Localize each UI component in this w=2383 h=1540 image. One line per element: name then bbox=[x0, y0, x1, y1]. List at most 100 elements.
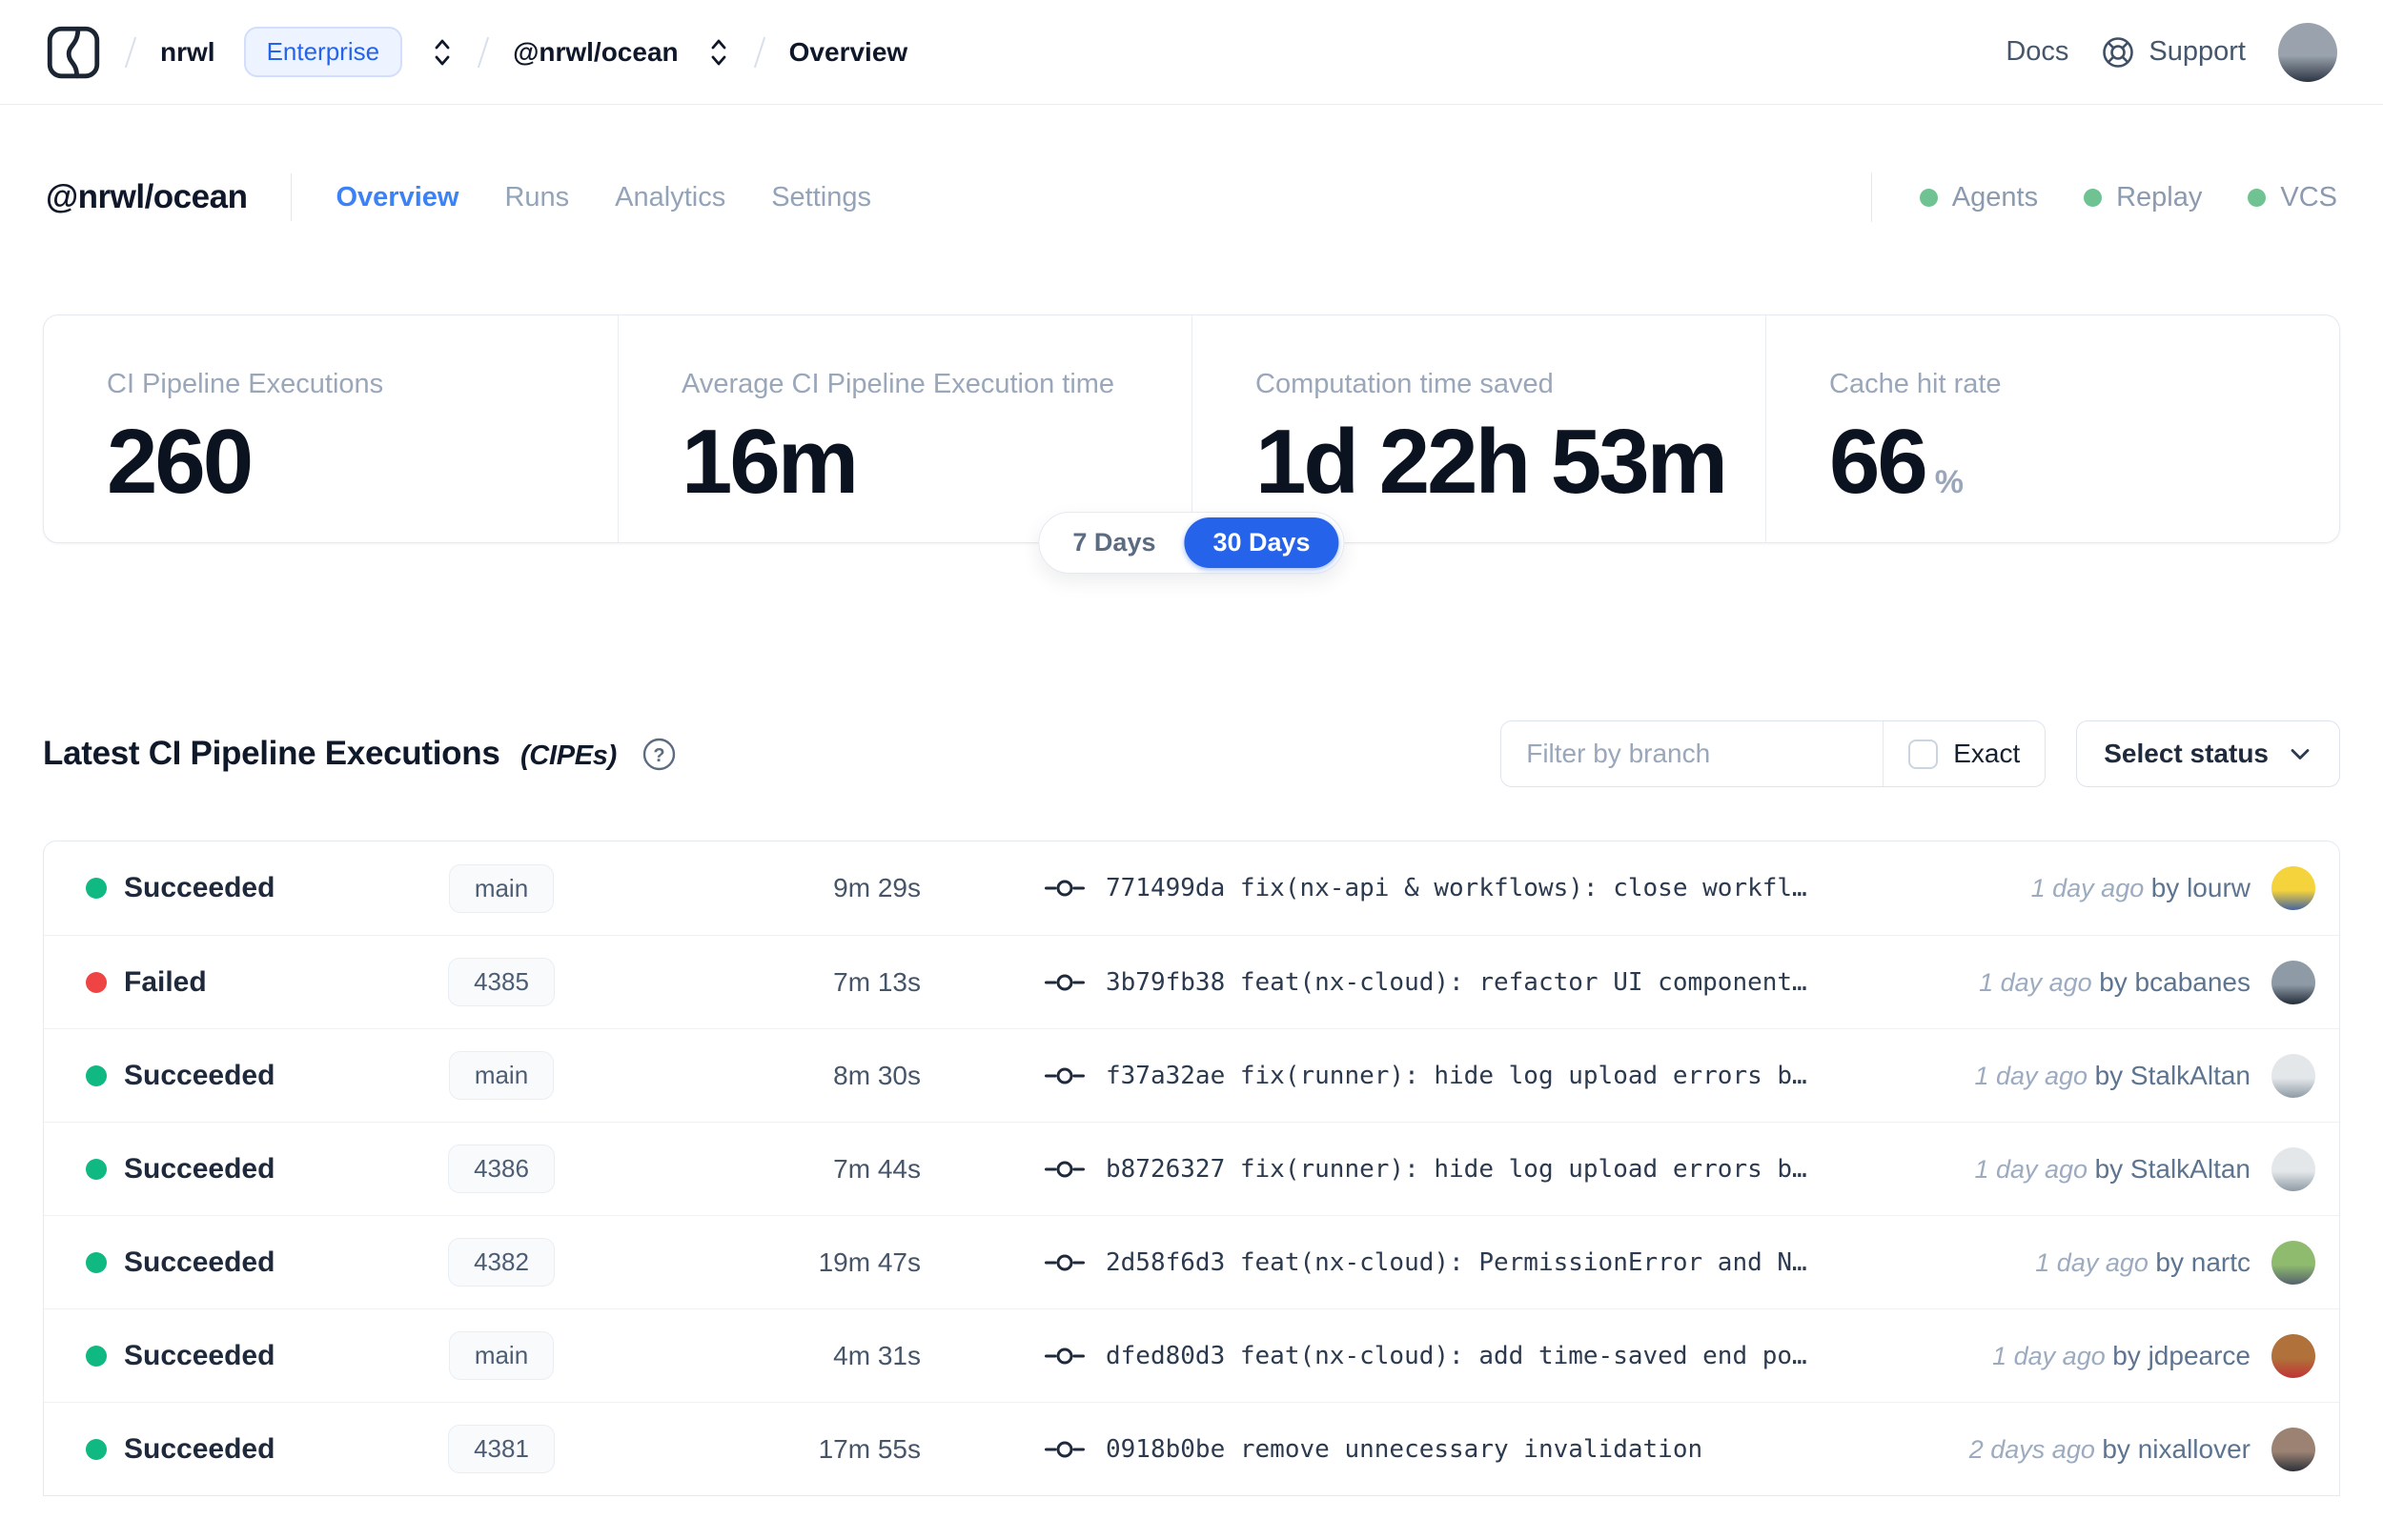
stat-label: Cache hit rate bbox=[1829, 369, 2002, 399]
git-commit-icon bbox=[1045, 1437, 1085, 1462]
divider bbox=[1870, 172, 1872, 222]
tab-analytics[interactable]: Analytics bbox=[615, 182, 725, 213]
commit-info[interactable]: 771499da fix(nx-api & workflows): close … bbox=[1045, 874, 1807, 902]
tab-runs[interactable]: Runs bbox=[504, 182, 569, 213]
range-option-7-days[interactable]: 7 Days bbox=[1044, 517, 1184, 568]
enterprise-badge[interactable]: Enterprise bbox=[243, 27, 403, 77]
status-dot-icon bbox=[86, 971, 107, 993]
help-icon[interactable]: ? bbox=[642, 737, 677, 772]
author-avatar[interactable] bbox=[2271, 1240, 2315, 1285]
integration-status-links: Agents Replay VCS bbox=[1919, 182, 2337, 213]
time-author-label: 1 day ago by nartc bbox=[2035, 1247, 2251, 1278]
commit-info[interactable]: f37a32ae fix(runner): hide log upload er… bbox=[1045, 1062, 1807, 1090]
branch-badge[interactable]: 4381 bbox=[448, 1425, 555, 1473]
green-dot-icon bbox=[2084, 188, 2103, 207]
author-avatar[interactable] bbox=[2271, 1053, 2315, 1098]
branch-badge[interactable]: main bbox=[448, 1331, 555, 1380]
status-dot-icon bbox=[86, 1438, 107, 1460]
exact-checkbox[interactable] bbox=[1908, 739, 1939, 769]
breadcrumb-page[interactable]: Overview bbox=[789, 37, 908, 68]
status-link-agents[interactable]: Agents bbox=[1919, 182, 2038, 213]
cipe-status: Succeeded bbox=[86, 1433, 373, 1466]
status-label: Succeeded bbox=[124, 1432, 275, 1465]
branch-badge[interactable]: main bbox=[448, 863, 555, 913]
commit-info[interactable]: dfed80d3 feat(nx-cloud): add time-saved … bbox=[1045, 1342, 1807, 1370]
breadcrumb-org[interactable]: nrwl bbox=[160, 37, 215, 68]
commit-message: f37a32ae fix(runner): hide log upload er… bbox=[1106, 1061, 1807, 1090]
branch-badge[interactable]: main bbox=[448, 1051, 555, 1100]
tab-settings[interactable]: Settings bbox=[771, 182, 871, 213]
range-option-30-days[interactable]: 30 Days bbox=[1184, 517, 1339, 568]
chevron-down-icon bbox=[2288, 741, 2312, 766]
stat-label: CI Pipeline Executions bbox=[107, 369, 384, 399]
time-ago-label: 2 days ago bbox=[1968, 1434, 2103, 1464]
status-select-label: Select status bbox=[2104, 739, 2269, 768]
exact-toggle[interactable]: Exact bbox=[1883, 721, 2045, 786]
status-label: Failed bbox=[124, 965, 207, 998]
time-author-label: 1 day ago by lourw bbox=[2031, 873, 2251, 903]
tab-overview[interactable]: Overview bbox=[336, 182, 458, 213]
branch-badge[interactable]: 4385 bbox=[448, 958, 555, 1006]
docs-link[interactable]: Docs bbox=[2006, 36, 2068, 68]
cipes-table: Succeeded main 9m 29s 771499da fix(nx-ap… bbox=[43, 841, 2340, 1496]
cipe-row[interactable]: Succeeded 4381 17m 55s 0918b0be remove u… bbox=[44, 1402, 2339, 1495]
user-avatar[interactable] bbox=[2278, 22, 2337, 82]
support-link[interactable]: Support bbox=[2101, 35, 2246, 70]
branch-badge[interactable]: 4386 bbox=[448, 1145, 555, 1193]
commit-info[interactable]: 3b79fb38 feat(nx-cloud): refactor UI com… bbox=[1045, 968, 1807, 997]
commit-info[interactable]: 2d58f6d3 feat(nx-cloud): PermissionError… bbox=[1045, 1248, 1807, 1277]
org-switcher-chevrons-icon[interactable] bbox=[431, 36, 454, 69]
time-ago-label: 1 day ago bbox=[1992, 1341, 2113, 1370]
time-ago-label: 1 day ago bbox=[2030, 874, 2151, 902]
author-label: by jdpearce bbox=[2112, 1340, 2251, 1370]
author-label: by StalkAltan bbox=[2094, 1060, 2251, 1090]
author-avatar[interactable] bbox=[2271, 1146, 2315, 1191]
cipe-status: Succeeded bbox=[86, 872, 373, 904]
status-label: Succeeded bbox=[124, 1152, 275, 1185]
author-avatar[interactable] bbox=[2271, 866, 2315, 910]
workspace-switcher-chevrons-icon[interactable] bbox=[707, 36, 730, 69]
cipes-title: Latest CI Pipeline Executions (CIPEs) bbox=[43, 735, 617, 773]
cipe-row[interactable]: Succeeded 4386 7m 44s b8726327 fix(runne… bbox=[44, 1122, 2339, 1215]
cipes-filters: Exact Select status bbox=[1500, 720, 2340, 787]
status-select-dropdown[interactable]: Select status bbox=[2076, 720, 2340, 787]
cipe-row[interactable]: Succeeded main 9m 29s 771499da fix(nx-ap… bbox=[44, 841, 2339, 935]
top-nav: nrwl Enterprise @nrwl/ocean Overview Doc… bbox=[0, 0, 2383, 105]
time-author-label: 2 days ago by nixallover bbox=[1969, 1434, 2251, 1465]
stats-section: CI Pipeline Executions 260 Average CI Pipe… bbox=[43, 314, 2340, 574]
cipe-row[interactable]: Succeeded 4382 19m 47s 2d58f6d3 feat(nx-… bbox=[44, 1215, 2339, 1308]
stat-card: Computation time saved 1d 22h 53m bbox=[1192, 315, 1765, 542]
support-label: Support bbox=[2149, 36, 2246, 67]
author-avatar[interactable] bbox=[2271, 1333, 2315, 1378]
cipe-status: Failed bbox=[86, 966, 373, 999]
time-ago-label: 1 day ago bbox=[1974, 1154, 2095, 1184]
breadcrumb-workspace[interactable]: @nrwl/ocean bbox=[513, 37, 679, 68]
status-label: Succeeded bbox=[124, 872, 275, 903]
svg-text:?: ? bbox=[653, 745, 664, 766]
breadcrumb: nrwl Enterprise @nrwl/ocean Overview bbox=[46, 25, 907, 80]
cipe-row[interactable]: Succeeded main 4m 31s dfed80d3 feat(nx-c… bbox=[44, 1308, 2339, 1402]
breadcrumb-separator bbox=[124, 36, 137, 68]
author-avatar[interactable] bbox=[2271, 1427, 2315, 1471]
author-label: by nixallover bbox=[2102, 1433, 2251, 1464]
commit-message: dfed80d3 feat(nx-cloud): add time-saved … bbox=[1106, 1341, 1807, 1370]
commit-info[interactable]: b8726327 fix(runner): hide log upload er… bbox=[1045, 1155, 1807, 1184]
branch-badge[interactable]: 4382 bbox=[448, 1238, 555, 1287]
exact-label: Exact bbox=[1953, 739, 2021, 768]
author-label: by lourw bbox=[2150, 873, 2251, 902]
date-range-toggle: 7 Days 30 Days bbox=[1038, 512, 1345, 574]
status-link-replay[interactable]: Replay bbox=[2084, 182, 2202, 213]
branch-filter-input[interactable] bbox=[1501, 721, 1884, 786]
breadcrumb-separator bbox=[753, 36, 765, 68]
app-logo-icon[interactable] bbox=[46, 25, 101, 80]
stat-value: 1d 22h 53m bbox=[1255, 410, 1728, 515]
cipe-row[interactable]: Succeeded main 8m 30s f37a32ae fix(runne… bbox=[44, 1028, 2339, 1122]
cipe-row[interactable]: Failed 4385 7m 13s 3b79fb38 feat(nx-clou… bbox=[44, 935, 2339, 1028]
commit-info[interactable]: 0918b0be remove unnecessary invalidation bbox=[1045, 1435, 1702, 1464]
stat-value-number: 66 bbox=[1829, 411, 1928, 513]
cipes-heading-row: Latest CI Pipeline Executions (CIPEs) ? … bbox=[43, 720, 2340, 787]
status-link-vcs[interactable]: VCS bbox=[2248, 182, 2337, 213]
commit-message: 3b79fb38 feat(nx-cloud): refactor UI com… bbox=[1106, 967, 1807, 997]
author-avatar[interactable] bbox=[2271, 960, 2315, 1004]
status-label: Succeeded bbox=[124, 1339, 275, 1371]
